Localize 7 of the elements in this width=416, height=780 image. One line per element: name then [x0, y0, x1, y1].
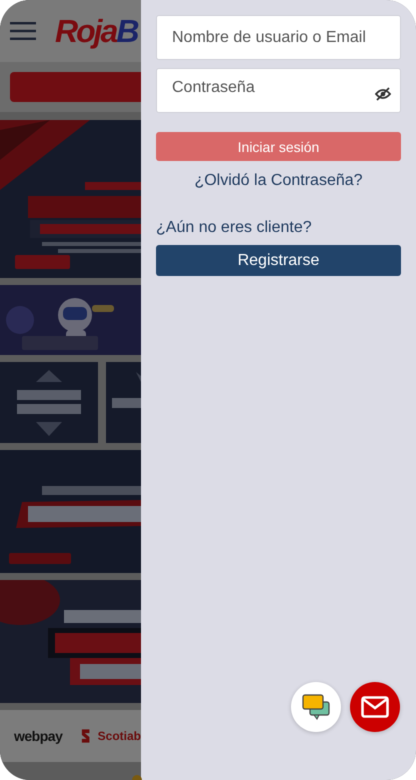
password-field[interactable]: Contraseña — [156, 68, 401, 113]
forgot-password-link[interactable]: ¿Olvidó la Contraseña? — [194, 172, 363, 190]
register-button[interactable]: Registrarse — [156, 245, 401, 276]
payment-logo: webpay — [14, 728, 62, 744]
username-field[interactable]: Nombre de usuario o Email — [156, 15, 401, 60]
payment-logo: Scotiab — [98, 729, 141, 743]
register-prompt: ¿Aún no eres cliente? — [156, 219, 313, 237]
